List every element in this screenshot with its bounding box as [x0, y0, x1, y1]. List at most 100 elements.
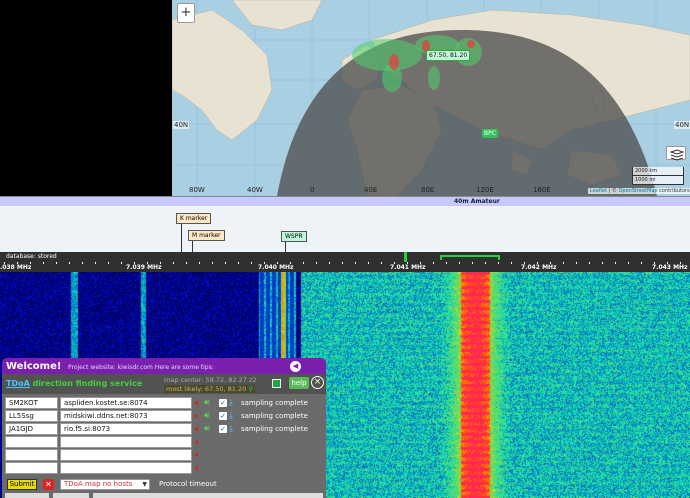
host-url-field[interactable]	[60, 462, 192, 474]
host-id-field[interactable]	[5, 449, 58, 461]
speaker-icon[interactable]: 🔊︎	[204, 398, 210, 408]
scale-tick	[537, 262, 538, 264]
scale-tick	[355, 262, 356, 264]
close-icon[interactable]: ×	[311, 376, 324, 389]
host-id-field[interactable]	[5, 436, 58, 448]
dx-label-area[interactable]: K marker M marker WSPR	[0, 206, 690, 252]
peak-marker[interactable]: 67.50, 81.20	[426, 50, 471, 61]
host-id-field[interactable]	[5, 462, 58, 474]
download-icon[interactable]: ⤓	[229, 411, 233, 421]
freq-label: 7.041 MHz	[390, 264, 426, 271]
host-url-field[interactable]: aspliden.kostet.se:8074	[60, 397, 192, 409]
host-id-field[interactable]: JA1GJD	[5, 423, 58, 435]
dx-stick	[192, 240, 193, 252]
osm-link[interactable]: OpenStreetMap	[618, 188, 657, 194]
lon-label: 40W	[247, 186, 263, 194]
host-id-field[interactable]: LL5Ssg	[5, 410, 58, 422]
remove-icon[interactable]: ◂	[194, 438, 201, 446]
scale-tick	[277, 262, 278, 264]
scale-tick	[17, 262, 18, 264]
band-bar[interactable]: 40m Amateur	[0, 196, 690, 206]
remove-icon[interactable]: ◂	[194, 451, 201, 459]
remove-icon[interactable]: ◂	[194, 425, 201, 433]
tdoa-link[interactable]: TDoA	[6, 379, 30, 388]
zoom-in-button[interactable]: +	[177, 3, 195, 23]
host-id-field[interactable]: SM2KOT	[5, 397, 58, 409]
tdoa-map-select[interactable]: TDoA map no hosts ▼	[60, 479, 150, 490]
scale-km: 2000 km	[632, 167, 684, 176]
dx-stick	[181, 224, 182, 252]
host-url-field[interactable]: rio.f5.si:8073	[60, 423, 192, 435]
host-checkbox[interactable]: ✓	[219, 399, 227, 407]
welcome-bar: Welcome! Project website: kiwisdr.com He…	[2, 358, 326, 374]
host-checkbox[interactable]: ✓	[219, 412, 227, 420]
cancel-icon[interactable]: ✕	[43, 479, 54, 490]
arrow-left-icon[interactable]: ◀	[290, 361, 301, 372]
remove-icon[interactable]: ◂	[194, 399, 201, 407]
map-attribution: Leaflet | © OpenStreetMap contributors	[588, 188, 690, 194]
layers-icon[interactable]	[666, 146, 686, 161]
map-scale: 2000 km 1000 mi	[632, 167, 684, 185]
dx-label-k-marker[interactable]: K marker	[176, 213, 212, 224]
map-area[interactable]: 67.50, 81.20 BPC + 40N 40N 80W 40W 0 40E…	[0, 0, 690, 196]
dx-label-wspr[interactable]: WSPR	[281, 231, 307, 242]
dx-label-m-marker[interactable]: M marker	[188, 230, 225, 241]
remove-icon[interactable]: ◂	[194, 464, 201, 472]
lon-label: 0	[310, 186, 315, 194]
host-checkbox[interactable]: ✓	[219, 425, 227, 433]
most-likely-text[interactable]: most likely: 67.50, 81.20 ⚲	[164, 385, 256, 393]
passband-filter[interactable]	[440, 255, 500, 260]
download-icon[interactable]: ⤓	[229, 424, 233, 434]
scale-tick	[511, 262, 512, 264]
scale-tick	[589, 262, 590, 264]
scale-tick	[303, 262, 304, 264]
scale-tick	[368, 262, 369, 264]
tdoa-panel[interactable]: Welcome! Project website: kiwisdr.com He…	[2, 358, 326, 498]
scale-tick	[264, 262, 265, 264]
scale-tick	[290, 262, 291, 264]
lon-label: 160E	[533, 186, 551, 194]
remove-icon[interactable]: ◂	[194, 412, 201, 420]
scale-tick	[160, 262, 161, 264]
submit-button[interactable]: Submit	[7, 479, 37, 490]
host-url-field[interactable]: midskiwi.ddns.net:8073	[60, 410, 192, 422]
scale-tick	[394, 262, 395, 264]
submit-row: Submit ✕ TDoA map no hosts ▼ Protocol tim…	[5, 478, 323, 492]
host-status: sampling complete	[241, 412, 308, 420]
scale-tick	[459, 262, 460, 264]
map-center-text: map center: 58.72, 82.27 z2	[164, 376, 257, 384]
lat-label-right: 40N	[674, 121, 690, 129]
scale-tick	[199, 262, 200, 264]
project-website-text: Project website: kiwisdr.com Here are so…	[68, 364, 214, 371]
scale-tick	[654, 262, 655, 264]
frequency-scale[interactable]: database: stored .038 MHz 7.039 MHz 7.04…	[0, 252, 690, 272]
host-url-field[interactable]	[60, 436, 192, 448]
bpc-marker[interactable]: BPC	[482, 129, 498, 138]
map-canvas[interactable]: 67.50, 81.20 BPC	[172, 0, 690, 196]
help-button[interactable]: help	[289, 377, 309, 389]
speaker-icon[interactable]: 🔊︎	[204, 424, 210, 434]
freq-label: 7.043 MHz	[652, 264, 688, 271]
host-url-field[interactable]	[60, 449, 192, 461]
scale-tick	[524, 262, 525, 264]
scale-tick	[550, 262, 551, 264]
protocol-timeout-text: Protocol timeout	[159, 480, 217, 488]
scale-tick	[485, 262, 486, 264]
scale-tick	[563, 262, 564, 264]
open-map-icon[interactable]	[272, 379, 281, 388]
scale-tick	[628, 262, 629, 264]
host-status: sampling complete	[241, 399, 308, 407]
scale-tick	[615, 262, 616, 264]
scale-tick	[147, 262, 148, 264]
scale-tick	[251, 262, 252, 264]
bottom-cell	[93, 493, 323, 498]
map-select-value: TDoA map no hosts	[64, 480, 133, 488]
most-likely-value: most likely: 67.50, 81.20	[166, 385, 247, 393]
leaflet-link[interactable]: Leaflet	[590, 188, 607, 194]
lon-label: 80E	[421, 186, 435, 194]
speaker-icon[interactable]: 🔊︎	[204, 411, 210, 421]
tdoa-title: TDoA direction finding service	[6, 379, 142, 388]
scale-mi: 1000 mi	[632, 176, 684, 185]
download-icon[interactable]: ⤓	[229, 398, 233, 408]
freq-label: 7.039 MHz	[126, 264, 162, 271]
